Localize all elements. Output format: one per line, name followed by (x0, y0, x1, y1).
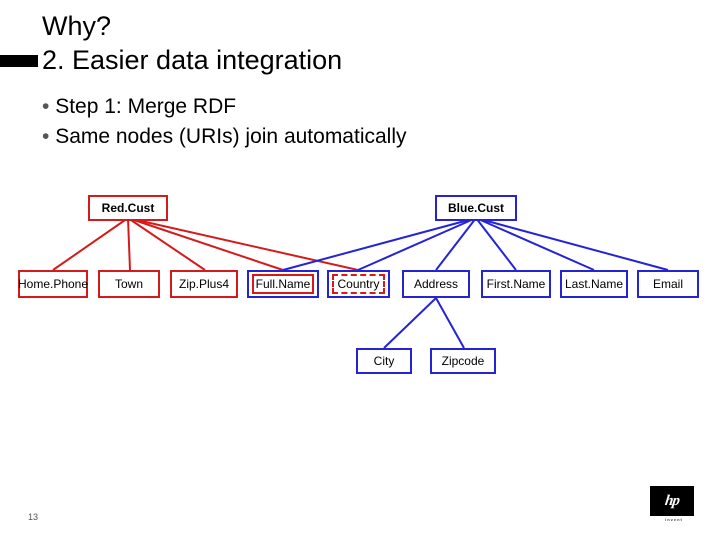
node-firstname: First.Name (481, 270, 551, 298)
accent-bar (0, 55, 38, 67)
node-city: City (356, 348, 412, 374)
node-email: Email (637, 270, 699, 298)
node-fullname: Full.Name (252, 274, 314, 294)
node-fullname-outer: Full.Name (247, 270, 319, 298)
node-zipplus4: Zip.Plus4 (170, 270, 238, 298)
node-address: Address (402, 270, 470, 298)
node-blue-cust: Blue.Cust (435, 195, 517, 221)
node-red-cust: Red.Cust (88, 195, 168, 221)
bullet-1: Step 1: Merge RDF (42, 92, 407, 122)
logo-tagline: invent (650, 517, 698, 522)
node-country: Country (332, 274, 385, 294)
title-line-1: Why? (42, 11, 111, 41)
node-country-outer: Country (327, 270, 390, 298)
bullet-list: Step 1: Merge RDF Same nodes (URIs) join… (42, 92, 407, 153)
logo-text: hp (664, 493, 680, 510)
node-homephone: Home.Phone (18, 270, 88, 298)
slide-title: Why? 2. Easier data integration (42, 10, 342, 78)
bullet-2: Same nodes (URIs) join automatically (42, 122, 407, 152)
node-town: Town (98, 270, 160, 298)
hp-logo: hp invent (650, 486, 698, 526)
node-zipcode: Zipcode (430, 348, 496, 374)
node-lastname: Last.Name (560, 270, 628, 298)
page-number: 13 (28, 512, 38, 522)
title-line-2: 2. Easier data integration (42, 45, 342, 75)
